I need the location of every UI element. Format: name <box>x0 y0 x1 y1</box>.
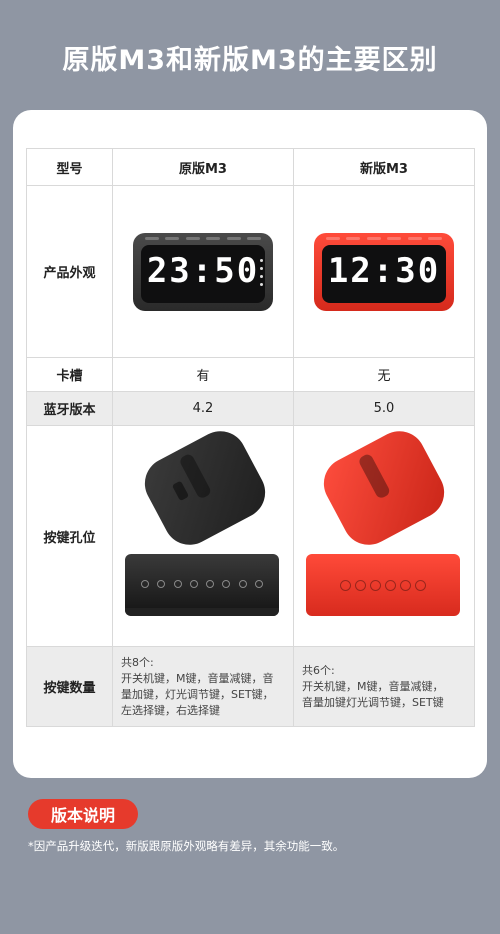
original-card-slot: 有 <box>112 357 294 392</box>
row-label: 按键数量 <box>26 646 113 727</box>
new-speaker-image: 12:30 <box>293 185 475 358</box>
original-button-count: 共8个: 开关机键，M键，音量减键，音 量加键，灯光调节键，SET键， 左选择键… <box>112 646 294 727</box>
row-appearance: 产品外观 23:50 12:30 <box>26 185 475 358</box>
new-bluetooth: 5.0 <box>293 391 475 426</box>
header-new: 新版M3 <box>293 148 475 186</box>
row-card-slot: 卡槽 有 无 <box>26 357 475 392</box>
page-title: 原版M3和新版M3的主要区别 <box>62 45 438 76</box>
original-speaker-image: 23:50 <box>112 185 294 358</box>
row-label: 按键孔位 <box>26 425 113 647</box>
row-button-holes: 按键孔位 <box>26 422 475 647</box>
original-buttons-image <box>112 422 294 647</box>
footnote: *因产品升级迭代，新版跟原版外观略有差异，其余功能一致。 <box>28 839 345 853</box>
row-label: 蓝牙版本 <box>26 391 113 426</box>
new-button-count: 共6个: 开关机键，M键，音量减键， 音量加键灯光调节键，SET键 <box>293 646 475 727</box>
header-original: 原版M3 <box>112 148 294 186</box>
original-clock-display: 23:50 <box>146 250 260 291</box>
version-note-badge: 版本说明 <box>28 799 138 829</box>
new-card-slot: 无 <box>293 357 475 392</box>
row-bluetooth: 蓝牙版本 4.2 5.0 <box>26 391 475 426</box>
table-header-row: 型号 原版M3 新版M3 <box>26 148 475 186</box>
new-buttons-image <box>293 422 475 647</box>
row-label: 卡槽 <box>26 357 113 392</box>
original-bluetooth: 4.2 <box>112 391 294 426</box>
row-label: 产品外观 <box>26 185 113 358</box>
header-model: 型号 <box>26 148 113 186</box>
comparison-table: 型号 原版M3 新版M3 产品外观 23:50 12:30 卡槽 有 无 蓝牙版… <box>26 148 475 727</box>
comparison-card: 型号 原版M3 新版M3 产品外观 23:50 12:30 卡槽 有 无 蓝牙版… <box>13 110 487 778</box>
row-button-count: 按键数量 共8个: 开关机键，M键，音量减键，音 量加键，灯光调节键，SET键，… <box>26 646 475 727</box>
new-clock-display: 12:30 <box>327 250 441 291</box>
